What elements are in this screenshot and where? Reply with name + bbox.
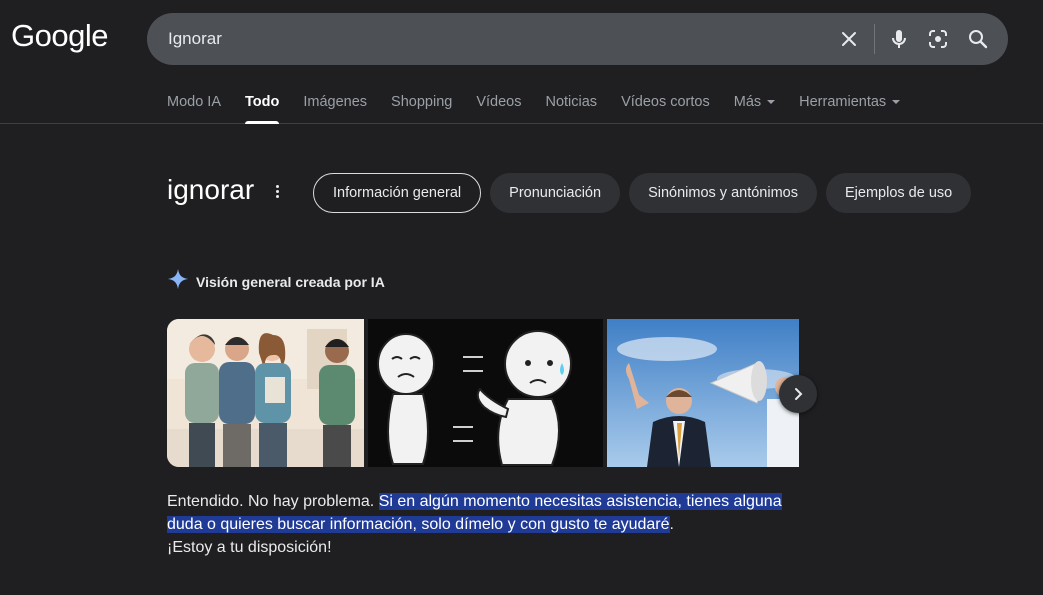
dictionary-term: ignorar [167,174,255,205]
chip-informacion-general[interactable]: Información general [313,173,482,213]
answer-closing: ¡Estoy a tu disposición! [167,539,332,556]
caret-down-icon [892,100,901,105]
chip-pronunciacion[interactable]: Pronunciación [490,173,621,213]
image-carousel [167,319,799,467]
chevron-right-icon [790,386,806,407]
tab-videos[interactable]: Vídeos [476,94,521,124]
search-divider [874,24,875,54]
top-bar: Google Ignorar Modo IA Todo Imágenes Sho… [0,0,1043,124]
carousel-image-1[interactable] [167,319,364,467]
tab-todo[interactable]: Todo [245,94,280,124]
search-tabs: Modo IA Todo Imágenes Shopping Vídeos No… [167,94,924,124]
google-logo[interactable]: Google [11,18,108,54]
tab-shopping[interactable]: Shopping [391,94,452,124]
tab-herramientas-label: Herramientas [799,94,887,110]
tab-videos-cortos[interactable]: Vídeos cortos [621,94,710,124]
tab-mas-label: Más [733,94,762,110]
chip-ejemplos[interactable]: Ejemplos de uso [826,173,972,213]
ai-overview-label: Visión general creada por IA [196,273,385,290]
tab-noticias[interactable]: Noticias [545,94,597,124]
ai-overview-text: Entendido. No hay problema. Si en algún … [167,490,787,559]
tab-imagenes[interactable]: Imágenes [303,94,367,124]
sparkle-icon [167,268,189,295]
carousel-image-3[interactable] [607,319,799,467]
tab-mas[interactable]: Más [733,94,776,124]
caret-down-icon [767,100,776,105]
search-input[interactable]: Ignorar [168,29,222,49]
lens-icon[interactable] [926,27,950,51]
answer-intro: Entendido. No hay problema. [167,493,379,510]
more-vert-icon[interactable] [270,183,284,203]
clear-icon[interactable] [837,27,861,51]
carousel-image-2[interactable] [368,319,603,467]
topic-chips: Información general Pronunciación Sinóni… [313,173,980,213]
search-icon[interactable] [966,27,990,51]
carousel-next-button[interactable] [779,375,817,413]
tab-herramientas[interactable]: Herramientas [799,94,901,124]
search-box[interactable]: Ignorar [147,13,1008,65]
tab-modo-ia[interactable]: Modo IA [167,94,221,124]
answer-period: . [669,516,674,533]
mic-icon[interactable] [887,27,911,51]
ai-overview-header: Visión general creada por IA [167,268,385,295]
chip-sinonimos[interactable]: Sinónimos y antónimos [629,173,817,213]
